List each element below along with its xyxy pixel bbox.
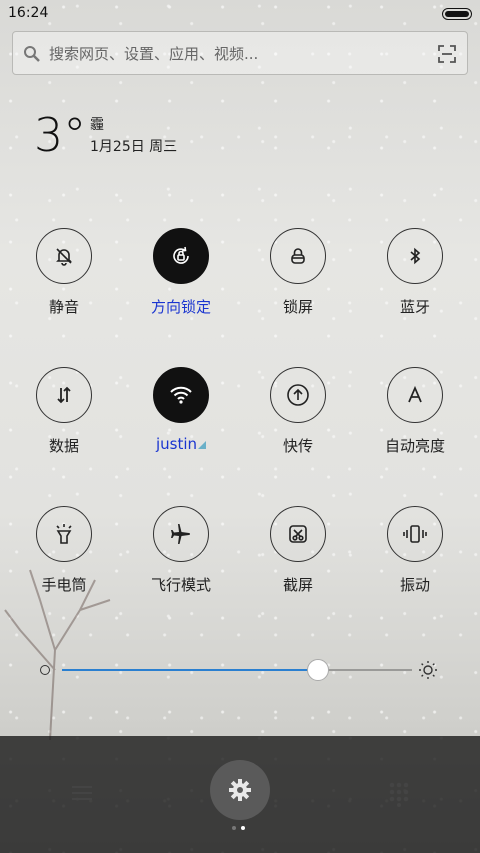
auto-brightness-icon xyxy=(408,385,422,403)
airplane-icon xyxy=(171,524,190,544)
toggle-label: 手电筒 xyxy=(41,576,87,594)
toggle-circle[interactable] xyxy=(270,228,326,284)
toggle-label: 自动亮度 xyxy=(384,437,445,455)
page-dot xyxy=(232,826,236,830)
toggle-mute[interactable]: 静音 xyxy=(9,228,119,317)
toggle-quick-transfer[interactable]: 快传 xyxy=(243,367,353,456)
settings-button[interactable] xyxy=(210,760,270,820)
toggle-label: 方向锁定 xyxy=(150,298,211,316)
toggle-screenshot[interactable]: 截屏 xyxy=(243,506,353,595)
wifi-icon xyxy=(170,386,192,404)
status-time: 16:24 xyxy=(8,5,49,21)
toggle-wifi[interactable]: justin xyxy=(126,367,236,453)
brightness-slider[interactable] xyxy=(40,655,440,685)
menu-lines-icon[interactable] xyxy=(70,783,94,803)
data-arrows-icon xyxy=(57,386,71,404)
battery-icon xyxy=(442,8,472,20)
toggle-circle[interactable] xyxy=(36,228,92,284)
vibrate-icon xyxy=(403,525,427,543)
toggle-circle[interactable] xyxy=(153,506,209,562)
toggle-label: 振动 xyxy=(399,576,430,594)
toggle-circle[interactable] xyxy=(36,506,92,562)
dock-bar xyxy=(0,736,480,853)
wifi-network-name: justin xyxy=(155,435,198,453)
toggle-label: 飞行模式 xyxy=(150,576,211,594)
bluetooth-icon xyxy=(410,247,421,265)
toggle-circle[interactable] xyxy=(270,367,326,423)
weather-widget[interactable]: 3° 霾 1月25日 周三 xyxy=(34,108,177,162)
flashlight-icon xyxy=(56,524,72,544)
toggle-circle[interactable] xyxy=(270,506,326,562)
gear-icon xyxy=(229,779,251,801)
page-dot-active xyxy=(241,826,245,830)
toggle-airplane[interactable]: 飞行模式 xyxy=(126,506,236,595)
toggle-label: 静音 xyxy=(48,298,79,316)
toggle-label: justin xyxy=(126,435,236,453)
temperature: 3° xyxy=(34,108,87,162)
search-bar[interactable]: 搜索网页、设置、应用、视频... xyxy=(12,31,468,75)
page-indicator xyxy=(232,826,248,832)
toggle-auto-brightness[interactable]: 自动亮度 xyxy=(360,367,470,456)
toggle-label: 数据 xyxy=(48,437,79,455)
toggle-data[interactable]: 数据 xyxy=(9,367,119,456)
weather-date: 1月25日 周三 xyxy=(90,139,178,155)
upload-icon xyxy=(287,384,309,406)
search-input[interactable]: 搜索网页、设置、应用、视频... xyxy=(49,43,258,64)
keypad-icon[interactable] xyxy=(388,781,410,807)
brightness-track[interactable] xyxy=(62,659,412,681)
search-icon xyxy=(24,46,40,62)
toggle-circle[interactable] xyxy=(36,367,92,423)
bell-off-icon xyxy=(56,248,72,266)
brightness-high-icon xyxy=(419,661,437,679)
brightness-thumb[interactable] xyxy=(306,659,329,681)
toggle-label: 截屏 xyxy=(282,576,313,594)
toggle-vibrate[interactable]: 振动 xyxy=(360,506,470,595)
scan-icon[interactable] xyxy=(437,44,457,64)
weather-condition: 霾 xyxy=(90,117,104,133)
toggle-rotation-lock[interactable]: 方向锁定 xyxy=(126,228,236,317)
toggle-label: 蓝牙 xyxy=(399,298,430,316)
toggle-flashlight[interactable]: 手电筒 xyxy=(9,506,119,595)
toggle-circle[interactable] xyxy=(153,228,209,284)
toggle-circle[interactable] xyxy=(387,506,443,562)
toggle-label: 快传 xyxy=(282,437,313,455)
lock-icon xyxy=(291,248,305,264)
status-bar: 16:24 xyxy=(0,0,480,28)
rotation-lock-icon xyxy=(173,246,189,264)
signal-corner-icon xyxy=(198,441,207,449)
screenshot-icon xyxy=(289,525,307,543)
brightness-fill xyxy=(62,669,318,671)
brightness-low-icon xyxy=(40,665,50,675)
toggle-label: 锁屏 xyxy=(282,298,313,316)
toggle-lock-screen[interactable]: 锁屏 xyxy=(243,228,353,317)
toggle-circle[interactable] xyxy=(387,228,443,284)
toggle-bluetooth[interactable]: 蓝牙 xyxy=(360,228,470,317)
toggle-circle[interactable] xyxy=(153,367,209,423)
toggle-circle[interactable] xyxy=(387,367,443,423)
